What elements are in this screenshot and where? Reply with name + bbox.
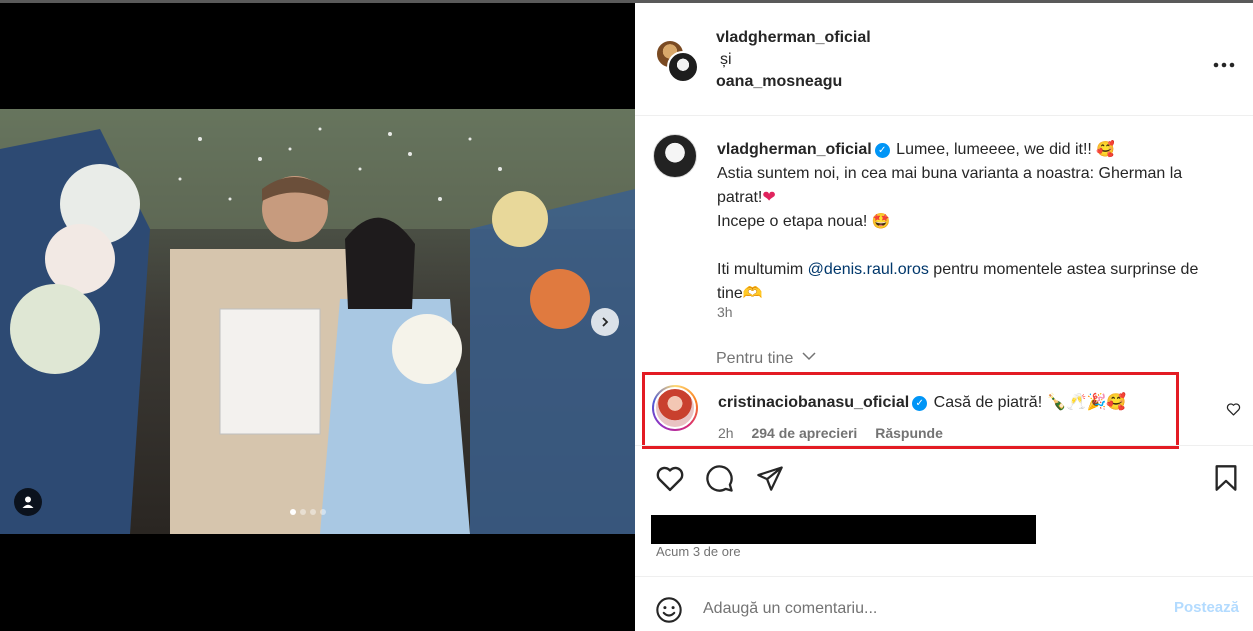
verified-badge-icon: ✓ xyxy=(874,143,890,158)
carousel-dot xyxy=(290,509,296,515)
send-icon xyxy=(757,466,783,491)
comment-username[interactable]: cristinaciobanasu_oficial xyxy=(718,394,909,411)
chevron-right-icon xyxy=(602,317,609,327)
caption-username[interactable]: vladgherman_oficial xyxy=(717,141,872,158)
caption-emoji: 🫶 xyxy=(742,285,763,302)
for-you-label: Pentru tine xyxy=(716,350,794,367)
caption-timestamp[interactable]: 3h xyxy=(717,304,733,320)
comment-button[interactable] xyxy=(705,464,734,498)
like-button[interactable] xyxy=(655,464,685,497)
mention-link[interactable]: @denis.raul.oros xyxy=(808,261,929,278)
comment-meta: 2h 294 de aprecieri Răspunde xyxy=(718,425,957,441)
comment-likes[interactable]: 294 de aprecieri xyxy=(751,425,857,441)
comment-like-button[interactable] xyxy=(1226,402,1241,421)
user-icon xyxy=(22,496,34,508)
caption-line: Lumee, lumeeee, we did it!! xyxy=(896,141,1092,158)
avatar[interactable] xyxy=(653,134,697,178)
collab-avatars[interactable] xyxy=(655,39,699,83)
avatar[interactable] xyxy=(652,385,698,431)
collab-usernames: vladgherman_oficial și oana_mosneagu xyxy=(716,27,871,93)
comment-time[interactable]: 2h xyxy=(718,425,734,441)
action-bar: Acum 3 de ore xyxy=(635,445,1253,575)
comment-item: cristinaciobanasu_oficial ✓ Casă de piatr… xyxy=(635,372,1253,452)
comment-emojis: 🍾🥂🎉🥰 xyxy=(1046,394,1127,411)
avatar-image xyxy=(654,387,696,429)
caption-emoji: 🤩 xyxy=(871,213,891,230)
reply-button[interactable]: Răspunde xyxy=(875,425,943,441)
carousel-next-button[interactable] xyxy=(591,308,619,336)
caption-line: Incepe o etapa noua! xyxy=(717,213,868,230)
verified-badge-icon: ✓ xyxy=(912,396,928,411)
tagged-users-button[interactable] xyxy=(14,488,42,516)
for-you-dropdown[interactable]: Pentru tine xyxy=(716,350,816,368)
redacted-block xyxy=(651,515,1036,544)
caption-emoji: 🥰 xyxy=(1096,141,1115,158)
chevron-down-icon xyxy=(802,352,816,361)
heart-icon xyxy=(656,466,684,492)
post-photo[interactable] xyxy=(0,109,635,534)
conjunction-text: și xyxy=(720,51,732,68)
wedding-photo-illustration xyxy=(0,109,635,534)
username-link[interactable]: oana_mosneagu xyxy=(716,71,871,93)
post-header: vladgherman_oficial și oana_mosneagu xyxy=(635,3,1253,116)
post-comment-button[interactable]: Postează xyxy=(1174,599,1239,616)
media-pane xyxy=(0,0,635,631)
red-heart-icon: ❤ xyxy=(762,189,776,206)
avatar xyxy=(667,51,699,83)
emoji-picker-button[interactable] xyxy=(655,596,683,629)
post-time-ago[interactable]: Acum 3 de ore xyxy=(656,544,741,559)
username-link[interactable]: vladgherman_oficial xyxy=(716,27,871,49)
add-comment-bar: Postează xyxy=(635,576,1253,631)
more-options-button[interactable] xyxy=(1213,51,1235,74)
more-horizontal-icon xyxy=(1213,62,1235,68)
save-button[interactable] xyxy=(1214,464,1238,497)
carousel-dot xyxy=(320,509,326,515)
comment-input[interactable] xyxy=(703,597,1143,621)
heart-icon xyxy=(1226,403,1241,416)
comment-body: Casă de piatră! xyxy=(933,394,1043,411)
comment-text: cristinaciobanasu_oficial ✓ Casă de piatr… xyxy=(718,392,1126,412)
caption-line: Iti multumim xyxy=(717,261,808,278)
share-button[interactable] xyxy=(756,464,784,497)
comment-icon xyxy=(706,465,733,492)
window-top-strip xyxy=(0,0,1253,3)
caption-text: vladgherman_oficial ✓ Lumee, lumeeee, we … xyxy=(717,138,1227,306)
carousel-indicator xyxy=(290,509,326,515)
smiley-icon xyxy=(656,597,682,623)
carousel-dot xyxy=(310,509,316,515)
carousel-dot xyxy=(300,509,306,515)
bookmark-icon xyxy=(1215,465,1237,491)
post-details-pane: vladgherman_oficial și oana_mosneagu vla… xyxy=(635,3,1253,631)
caption-line: Astia suntem noi, in cea mai buna varian… xyxy=(717,165,1183,206)
